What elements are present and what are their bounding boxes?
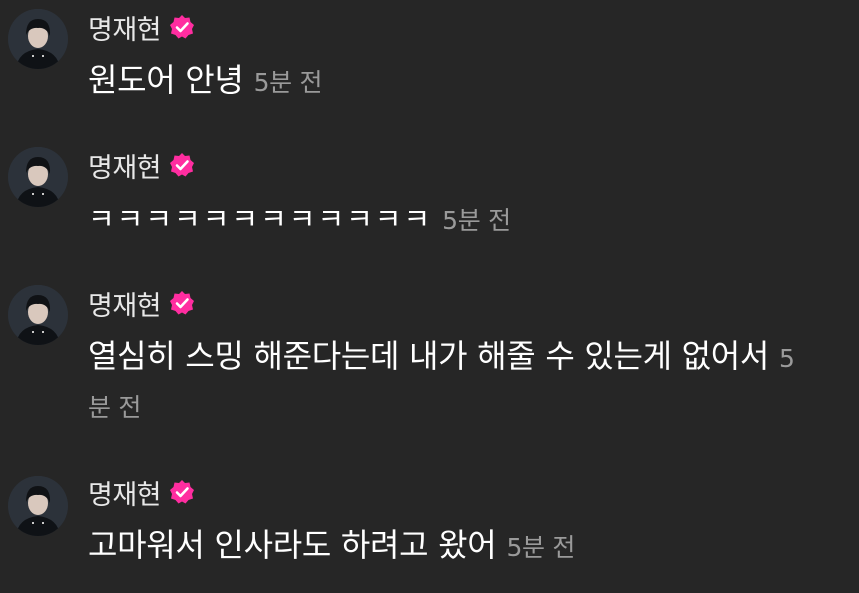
avatar[interactable] [8,285,68,345]
message-timestamp: 5분 전 [506,533,576,562]
verified-check-icon [170,291,195,315]
message-body: 열심히 스밍 해준다는데 내가 해줄 수 있는게 없어서 5분 전 [88,333,808,431]
message-body: 고마워서 인사라도 하려고 왔어 5분 전 [88,522,828,571]
message-body: 원도어 안녕 5분 전 [88,57,828,106]
avatar-photo [8,147,68,207]
verified-check-icon [170,480,195,504]
message-text: 원도어 안녕 [88,61,244,99]
author-name[interactable]: 명재현 [88,473,162,512]
avatar[interactable] [8,9,68,69]
avatar-photo [8,476,68,536]
chat-feed: 명재현 원도어 안녕 5분 전 명재현 ㅋㅋㅋㅋㅋㅋㅋㅋㅋㅋㅋㅋ 5분 전 명재… [0,0,859,593]
avatar[interactable] [8,476,68,536]
message-timestamp: 5분 전 [253,68,323,97]
avatar[interactable] [8,147,68,207]
author-name[interactable]: 명재현 [88,146,162,185]
author-name[interactable]: 명재현 [88,8,162,47]
avatar-photo [8,9,68,69]
avatar-photo [8,285,68,345]
message-text: 고마워서 인사라도 하려고 왔어 [88,526,497,564]
message-text: 열심히 스밍 해준다는데 내가 해줄 수 있는게 없어서 [88,337,770,375]
author-name[interactable]: 명재현 [88,284,162,323]
message-text: ㅋㅋㅋㅋㅋㅋㅋㅋㅋㅋㅋㅋ [88,202,433,236]
message-timestamp: 5분 전 [442,206,511,235]
message-body: ㅋㅋㅋㅋㅋㅋㅋㅋㅋㅋㅋㅋ 5분 전 [88,195,828,244]
verified-check-icon [170,153,195,177]
verified-check-icon [170,15,195,39]
